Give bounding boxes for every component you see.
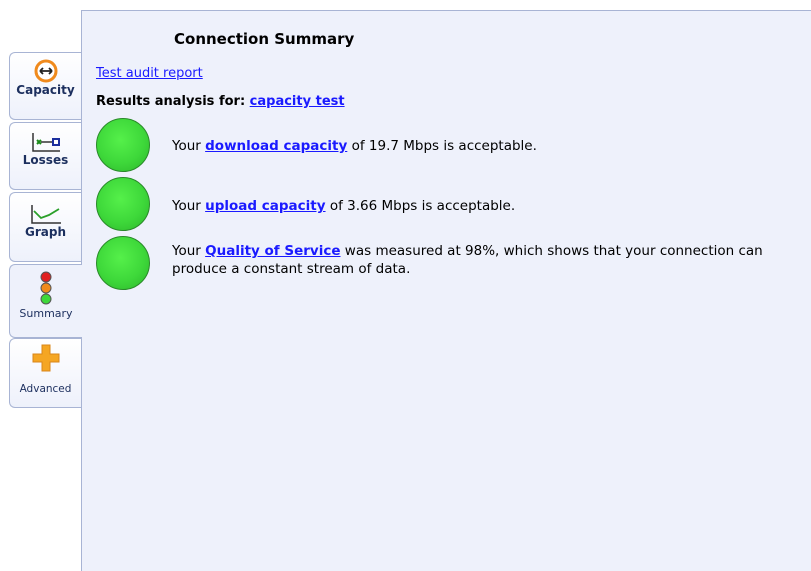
msg-post: of 19.7 Mbps is acceptable. bbox=[347, 138, 537, 154]
upload-capacity-link[interactable]: upload capacity bbox=[205, 198, 325, 214]
upload-capacity-message: Your upload capacity of 3.66 Mbps is acc… bbox=[172, 197, 802, 215]
tab-summary-label: Summary bbox=[19, 307, 73, 320]
tab-losses-label: Losses bbox=[22, 153, 69, 167]
download-capacity-link[interactable]: download capacity bbox=[205, 138, 347, 154]
capacity-icon bbox=[34, 59, 57, 83]
traffic-light-icon bbox=[40, 271, 52, 305]
page-title: Connection Summary bbox=[174, 30, 355, 48]
plus-icon bbox=[32, 344, 59, 372]
capacity-test-link[interactable]: capacity test bbox=[250, 94, 345, 109]
results-prefix: Results analysis for: bbox=[96, 94, 246, 109]
status-light-download bbox=[96, 118, 150, 172]
quality-of-service-message: Your Quality of Service was measured at … bbox=[172, 242, 802, 278]
tab-capacity-label: Capacity bbox=[16, 83, 75, 97]
tab-graph[interactable]: Graph bbox=[9, 192, 81, 262]
tab-losses[interactable]: Losses bbox=[9, 122, 81, 190]
tab-summary[interactable]: Summary bbox=[9, 264, 82, 338]
msg-post: of 3.66 Mbps is acceptable. bbox=[325, 198, 516, 214]
graph-icon bbox=[30, 205, 61, 224]
test-audit-report-link[interactable]: Test audit report bbox=[96, 66, 203, 81]
msg-pre: Your bbox=[172, 243, 206, 259]
msg-pre: Your bbox=[172, 138, 206, 154]
status-light-upload bbox=[96, 177, 150, 231]
msg-pre: Your bbox=[172, 198, 206, 214]
status-light-qos bbox=[96, 236, 150, 290]
tab-advanced[interactable]: Advanced bbox=[9, 338, 81, 408]
quality-of-service-link[interactable]: Quality of Service bbox=[205, 243, 340, 259]
tab-capacity[interactable]: Capacity bbox=[9, 52, 81, 120]
results-analysis-line: Results analysis for: capacity test bbox=[96, 94, 345, 109]
download-capacity-message: Your download capacity of 19.7 Mbps is a… bbox=[172, 137, 802, 155]
tab-graph-label: Graph bbox=[25, 225, 66, 239]
tab-advanced-label: Advanced bbox=[19, 383, 72, 395]
losses-icon bbox=[31, 133, 60, 152]
